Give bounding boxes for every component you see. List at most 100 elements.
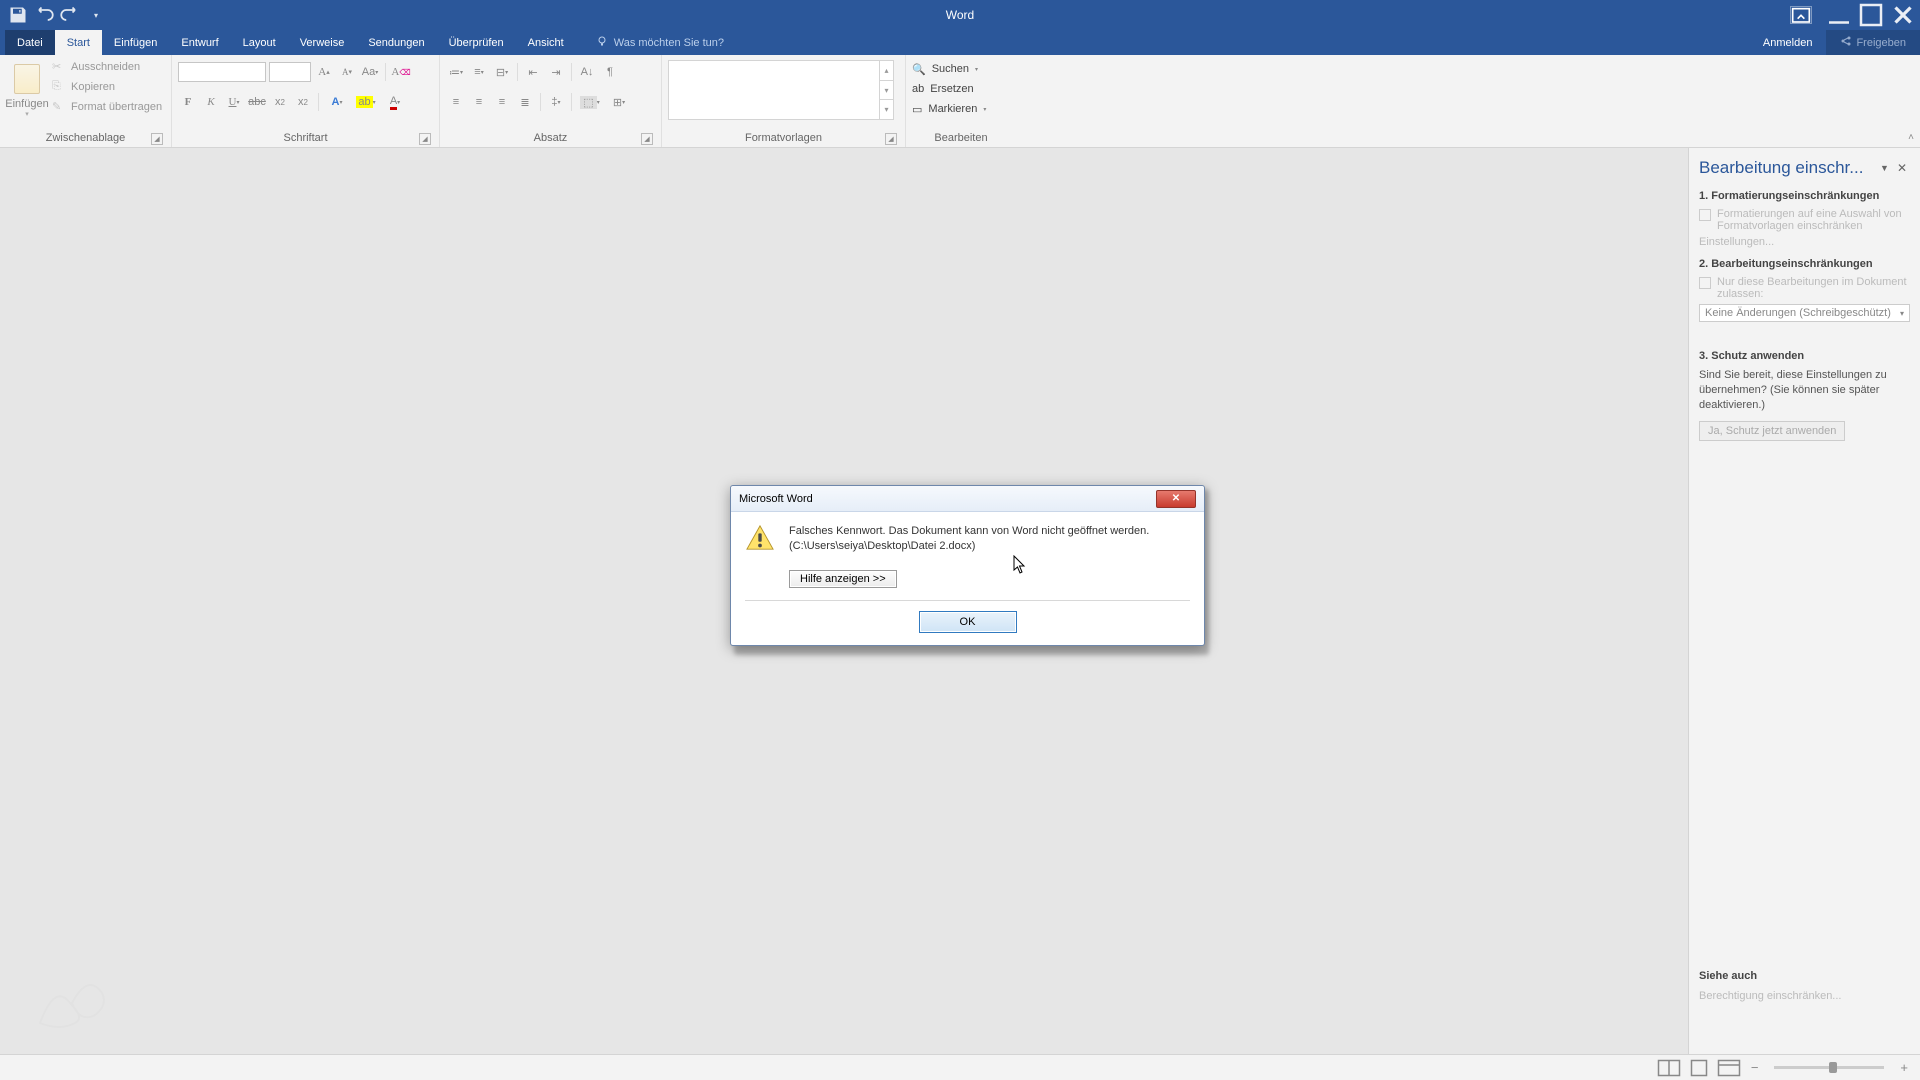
superscript-button[interactable]: x2	[293, 92, 313, 112]
styles-launcher-icon[interactable]: ◢	[885, 133, 897, 145]
undo-icon[interactable]	[34, 5, 54, 25]
tab-design[interactable]: Entwurf	[169, 30, 230, 55]
maximize-icon[interactable]	[1856, 2, 1886, 28]
tab-review[interactable]: Überprüfen	[437, 30, 516, 55]
font-family-combo[interactable]	[178, 62, 266, 82]
tab-insert[interactable]: Einfügen	[102, 30, 169, 55]
justify-button[interactable]: ≣	[515, 92, 535, 112]
replace-button[interactable]: abErsetzen	[912, 80, 986, 98]
font-color-button[interactable]: A▾	[382, 92, 408, 112]
show-marks-button[interactable]: ¶	[600, 62, 620, 82]
group-paragraph: ≔▾ ≡▾ ⊟▾ ⇤ ⇥ A↓ ¶ ≡ ≡ ≡ ≣ ‡▾ ⬚▾ ⊞▾	[440, 55, 662, 147]
italic-button[interactable]: K	[201, 92, 221, 112]
redo-icon[interactable]	[60, 5, 80, 25]
bold-button[interactable]: F	[178, 92, 198, 112]
zoom-in-button[interactable]: +	[1896, 1060, 1912, 1075]
clipboard-launcher-icon[interactable]: ◢	[151, 133, 163, 145]
read-mode-icon[interactable]	[1657, 1059, 1681, 1077]
change-case-button[interactable]: Aa▾	[360, 62, 380, 82]
replace-icon: ab	[912, 83, 924, 95]
edit-restrictions-checkbox[interactable]: Nur diese Bearbeitungen im Dokument zula…	[1699, 276, 1910, 300]
print-layout-icon[interactable]	[1687, 1059, 1711, 1077]
format-painter-button[interactable]: ✎Format übertragen	[52, 98, 162, 116]
collapse-ribbon-icon[interactable]: ˄	[1908, 132, 1914, 143]
numbering-button[interactable]: ≡▾	[469, 62, 489, 82]
error-dialog: Microsoft Word ✕ Falsches Kennwort. Das …	[730, 485, 1205, 646]
sort-button[interactable]: A↓	[577, 62, 597, 82]
qat-customize-icon[interactable]: ▾	[86, 5, 106, 25]
dialog-path: (C:\Users\seiya\Desktop\Datei 2.docx)	[789, 539, 1149, 554]
bullets-button[interactable]: ≔▾	[446, 62, 466, 82]
find-label: Suchen	[932, 63, 969, 75]
grow-font-button[interactable]: A▴	[314, 62, 334, 82]
align-center-button[interactable]: ≡	[469, 92, 489, 112]
ribbon-display-options-icon[interactable]	[1790, 6, 1812, 24]
tab-file[interactable]: Datei	[5, 30, 55, 55]
pane-s1-settings-link[interactable]: Einstellungen...	[1699, 236, 1910, 248]
tell-me-search[interactable]: Was möchten Sie tun?	[584, 30, 736, 55]
ok-button[interactable]: OK	[919, 611, 1017, 633]
dialog-message: Falsches Kennwort. Das Dokument kann von…	[789, 524, 1149, 539]
edit-restriction-select[interactable]: Keine Änderungen (Schreibgeschützt)▾	[1699, 304, 1910, 322]
pane-menu-icon[interactable]: ▼	[1875, 163, 1894, 173]
increase-indent-button[interactable]: ⇥	[546, 62, 566, 82]
format-restrictions-checkbox[interactable]: Formatierungen auf eine Auswahl von Form…	[1699, 208, 1910, 232]
cut-button[interactable]: ✂Ausschneiden	[52, 58, 162, 76]
lightbulb-icon	[596, 35, 608, 50]
shading-button[interactable]: ⬚▾	[577, 92, 603, 112]
font-launcher-icon[interactable]: ◢	[419, 133, 431, 145]
gallery-down-icon[interactable]: ▾	[880, 81, 893, 101]
dialog-close-button[interactable]: ✕	[1156, 490, 1196, 508]
underline-button[interactable]: U▾	[224, 92, 244, 112]
styles-gallery[interactable]: ▴ ▾ ▾	[668, 60, 894, 120]
find-button[interactable]: 🔍Suchen▾	[912, 60, 986, 78]
tab-references[interactable]: Verweise	[288, 30, 357, 55]
web-layout-icon[interactable]	[1717, 1059, 1741, 1077]
dialog-title: Microsoft Word	[739, 493, 813, 505]
text-effects-button[interactable]: A▾	[324, 92, 350, 112]
apply-protection-button[interactable]: Ja, Schutz jetzt anwenden	[1699, 421, 1845, 441]
decrease-indent-button[interactable]: ⇤	[523, 62, 543, 82]
align-left-button[interactable]: ≡	[446, 92, 466, 112]
group-clipboard-label: Zwischenablage	[46, 132, 126, 144]
paste-button[interactable]: Einfügen ▾	[6, 58, 48, 124]
font-size-combo[interactable]	[269, 62, 311, 82]
multilevel-list-button[interactable]: ⊟▾	[492, 62, 512, 82]
zoom-slider[interactable]	[1774, 1066, 1884, 1069]
gallery-up-icon[interactable]: ▴	[880, 61, 893, 81]
copy-button[interactable]: ⎘Kopieren	[52, 78, 162, 96]
copy-icon: ⎘	[52, 80, 66, 94]
tab-mailings[interactable]: Sendungen	[356, 30, 436, 55]
save-icon[interactable]	[8, 5, 28, 25]
gallery-more-icon[interactable]: ▾	[880, 100, 893, 119]
quick-access-toolbar: ▾	[0, 5, 114, 25]
dialog-titlebar[interactable]: Microsoft Word ✕	[731, 486, 1204, 512]
borders-button[interactable]: ⊞▾	[606, 92, 632, 112]
align-right-button[interactable]: ≡	[492, 92, 512, 112]
status-bar: − +	[0, 1054, 1920, 1080]
pane-s3-title: 3. Schutz anwenden	[1699, 350, 1910, 362]
tab-start[interactable]: Start	[55, 30, 102, 55]
zoom-out-button[interactable]: −	[1747, 1060, 1763, 1075]
share-button[interactable]: Freigeben	[1826, 30, 1920, 55]
paragraph-launcher-icon[interactable]: ◢	[641, 133, 653, 145]
shrink-font-button[interactable]: A▾	[337, 62, 357, 82]
ribbon: Einfügen ▾ ✂Ausschneiden ⎘Kopieren ✎Form…	[0, 55, 1920, 148]
signin-link[interactable]: Anmelden	[1749, 30, 1827, 55]
strikethrough-button[interactable]: abc	[247, 92, 267, 112]
close-icon[interactable]	[1888, 2, 1918, 28]
tab-layout[interactable]: Layout	[231, 30, 288, 55]
title-bar: ▾ Word	[0, 0, 1920, 30]
highlight-button[interactable]: ab▾	[353, 92, 379, 112]
window-controls	[1790, 2, 1920, 28]
minimize-icon[interactable]	[1824, 2, 1854, 28]
pane-close-icon[interactable]: ✕	[1894, 161, 1910, 175]
restrict-permission-link[interactable]: Berechtigung einschränken...	[1699, 990, 1910, 1002]
tab-view[interactable]: Ansicht	[516, 30, 576, 55]
select-button[interactable]: ▭Markieren▾	[912, 100, 986, 118]
show-help-button[interactable]: Hilfe anzeigen >>	[789, 570, 897, 588]
cut-label: Ausschneiden	[71, 61, 140, 73]
subscript-button[interactable]: x2	[270, 92, 290, 112]
line-spacing-button[interactable]: ‡▾	[546, 92, 566, 112]
clear-formatting-button[interactable]: A⌫	[391, 62, 411, 82]
